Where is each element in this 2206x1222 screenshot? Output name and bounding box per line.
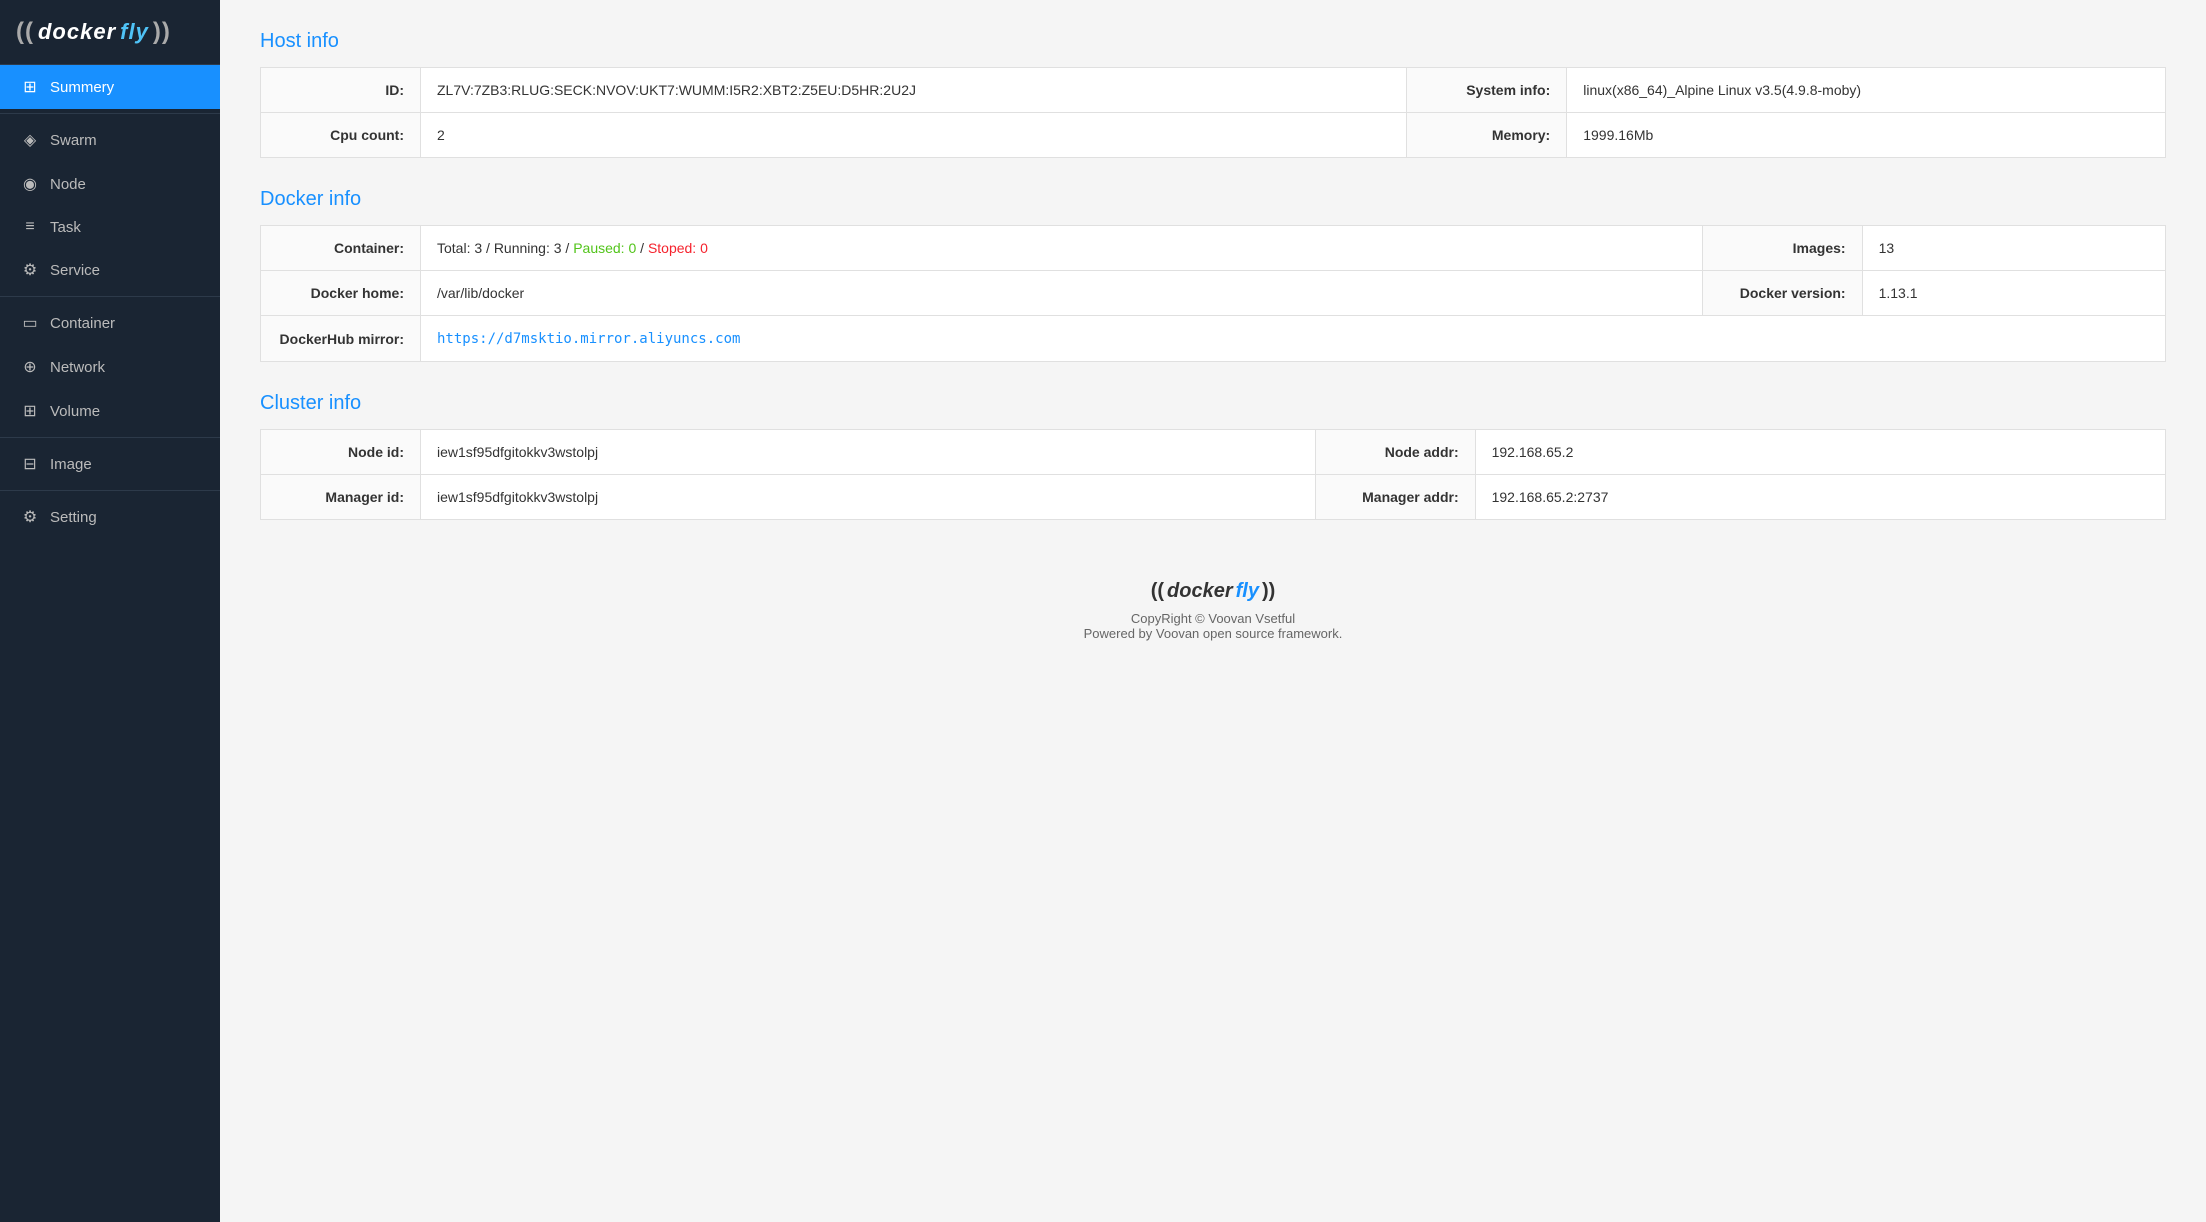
container-sep-3: / (640, 240, 648, 256)
sidebar-label-service: Service (50, 262, 100, 279)
docker-version-value: 1.13.1 (1862, 271, 2165, 316)
docker-home-value: /var/lib/docker (421, 271, 1703, 316)
docker-info-title: Docker info (260, 188, 2166, 211)
container-stopped: Stoped: 0 (648, 240, 708, 256)
sidebar-item-task[interactable]: ≡ Task (0, 206, 220, 248)
container-images-row: Container: Total: 3 / Running: 3 / Pause… (261, 226, 2166, 271)
node-id-value: iew1sf95dfgitokkv3wstolpj (421, 430, 1316, 475)
memory-value: 1999.16Mb (1567, 113, 2166, 158)
manager-id-label: Manager id: (261, 475, 421, 520)
sidebar-logo: ((dockerfly)) (0, 0, 220, 65)
footer-logo-fly: fly (1236, 580, 1259, 603)
setting-icon: ⚙ (20, 507, 40, 527)
sidebar-item-network[interactable]: ⊕ Network (0, 345, 220, 389)
container-value: Total: 3 / Running: 3 / Paused: 0 / Stop… (421, 226, 1703, 271)
service-icon: ⚙ (20, 260, 40, 280)
node-id-label: Node id: (261, 430, 421, 475)
footer-logo: ((dockerfly)) (260, 580, 2166, 603)
docker-home-label: Docker home: (261, 271, 421, 316)
sidebar-divider-2 (0, 296, 220, 297)
manager-id-addr-row: Manager id: iew1sf95dfgitokkv3wstolpj Ma… (261, 475, 2166, 520)
node-icon: ◉ (20, 174, 40, 194)
network-icon: ⊕ (20, 357, 40, 377)
dockerhub-mirror-label: DockerHub mirror: (261, 316, 421, 362)
container-icon: ▭ (20, 313, 40, 333)
sidebar-label-volume: Volume (50, 403, 100, 420)
footer-powered: Powered by Voovan open source framework. (260, 626, 2166, 641)
container-running: Running: 3 (494, 240, 562, 256)
memory-label: Memory: (1407, 113, 1567, 158)
manager-addr-label: Manager addr: (1315, 475, 1475, 520)
logo-fly: fly (120, 19, 149, 45)
host-id-row: ID: ZL7V:7ZB3:RLUG:SECK:NVOV:UKT7:WUMM:I… (261, 68, 2166, 113)
host-info-table: ID: ZL7V:7ZB3:RLUG:SECK:NVOV:UKT7:WUMM:I… (260, 67, 2166, 158)
dockerhub-mirror-row: DockerHub mirror: https://d7msktio.mirro… (261, 316, 2166, 362)
node-addr-label: Node addr: (1315, 430, 1475, 475)
docker-home-version-row: Docker home: /var/lib/docker Docker vers… (261, 271, 2166, 316)
sidebar-item-container[interactable]: ▭ Container (0, 301, 220, 345)
swarm-icon: ◈ (20, 130, 40, 150)
node-addr-value: 192.168.65.2 (1475, 430, 2165, 475)
sidebar-label-image: Image (50, 456, 92, 473)
sidebar-divider-4 (0, 490, 220, 491)
sidebar: ((dockerfly)) ⊞ Summery ◈ Swarm ◉ Node ≡… (0, 0, 220, 1222)
sidebar-label-setting: Setting (50, 509, 97, 526)
sidebar-label-container: Container (50, 315, 115, 332)
task-icon: ≡ (20, 218, 40, 236)
sidebar-item-summery[interactable]: ⊞ Summery (0, 65, 220, 109)
summery-icon: ⊞ (20, 77, 40, 97)
sidebar-item-service[interactable]: ⚙ Service (0, 248, 220, 292)
volume-icon: ⊞ (20, 401, 40, 421)
docker-version-label: Docker version: (1702, 271, 1862, 316)
container-sep-1: / (486, 240, 494, 256)
sidebar-label-swarm: Swarm (50, 132, 97, 149)
system-info-value: linux(x86_64)_Alpine Linux v3.5(4.9.8-mo… (1567, 68, 2166, 113)
node-id-addr-row: Node id: iew1sf95dfgitokkv3wstolpj Node … (261, 430, 2166, 475)
dockerhub-mirror-url: https://d7msktio.mirror.aliyuncs.com (437, 331, 740, 347)
footer: ((dockerfly)) CopyRight © Voovan Vsetful… (260, 550, 2166, 661)
cpu-count-value: 2 (421, 113, 1407, 158)
container-paused: Paused: 0 (573, 240, 636, 256)
footer-logo-bracket-right: )) (1262, 580, 1275, 603)
images-label: Images: (1702, 226, 1862, 271)
host-id-value: ZL7V:7ZB3:RLUG:SECK:NVOV:UKT7:WUMM:I5R2:… (421, 68, 1407, 113)
manager-id-value: iew1sf95dfgitokkv3wstolpj (421, 475, 1316, 520)
footer-logo-docker: docker (1167, 580, 1233, 603)
sidebar-item-node[interactable]: ◉ Node (0, 162, 220, 206)
cpu-memory-row: Cpu count: 2 Memory: 1999.16Mb (261, 113, 2166, 158)
container-total: Total: 3 (437, 240, 482, 256)
cluster-info-title: Cluster info (260, 392, 2166, 415)
footer-logo-bracket-left: (( (1151, 580, 1164, 603)
sidebar-label-node: Node (50, 176, 86, 193)
system-info-label: System info: (1407, 68, 1567, 113)
logo-docker: docker (38, 19, 116, 45)
host-id-label: ID: (261, 68, 421, 113)
footer-copyright: CopyRight © Voovan Vsetful (260, 611, 2166, 626)
sidebar-item-swarm[interactable]: ◈ Swarm (0, 118, 220, 162)
cpu-count-label: Cpu count: (261, 113, 421, 158)
logo-bracket-right: )) (153, 18, 171, 46)
main-content: Host info ID: ZL7V:7ZB3:RLUG:SECK:NVOV:U… (220, 0, 2206, 1222)
logo-bracket-left: (( (16, 18, 34, 46)
host-info-title: Host info (260, 30, 2166, 53)
manager-addr-value: 192.168.65.2:2737 (1475, 475, 2165, 520)
sidebar-divider-1 (0, 113, 220, 114)
images-value: 13 (1862, 226, 2165, 271)
dockerhub-mirror-value: https://d7msktio.mirror.aliyuncs.com (421, 316, 2166, 362)
cluster-info-table: Node id: iew1sf95dfgitokkv3wstolpj Node … (260, 429, 2166, 520)
sidebar-item-image[interactable]: ⊟ Image (0, 442, 220, 486)
logo: ((dockerfly)) (16, 18, 204, 46)
docker-info-table: Container: Total: 3 / Running: 3 / Pause… (260, 225, 2166, 362)
sidebar-item-setting[interactable]: ⚙ Setting (0, 495, 220, 539)
sidebar-label-network: Network (50, 359, 105, 376)
sidebar-divider-3 (0, 437, 220, 438)
container-label: Container: (261, 226, 421, 271)
sidebar-label-summery: Summery (50, 79, 114, 96)
sidebar-item-volume[interactable]: ⊞ Volume (0, 389, 220, 433)
image-icon: ⊟ (20, 454, 40, 474)
sidebar-label-task: Task (50, 219, 81, 236)
